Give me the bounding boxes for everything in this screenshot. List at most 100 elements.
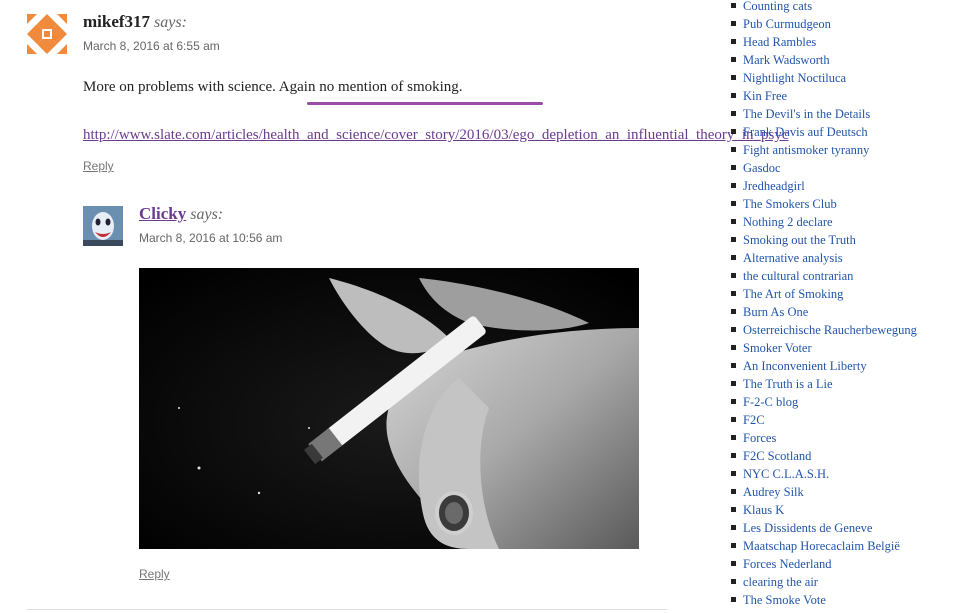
comment-author: mikef317 says: [83, 12, 187, 32]
blogroll-link[interactable]: The Smokers Club [743, 197, 837, 211]
bullet-icon [731, 129, 736, 134]
blogroll-link[interactable]: Jredheadgirl [743, 179, 805, 193]
clown-face-avatar [83, 206, 123, 246]
comment-divider [27, 609, 667, 610]
blogroll-link[interactable]: Osterreichische Raucherbewegung [743, 323, 917, 337]
blogroll-link[interactable]: The Art of Smoking [743, 287, 843, 301]
reply-button[interactable]: Reply [139, 567, 170, 581]
bullet-icon [731, 345, 736, 350]
bullet-icon [731, 273, 736, 278]
blogroll-link[interactable]: the cultural contrarian [743, 269, 853, 283]
comment-date[interactable]: March 8, 2016 at 6:55 am [83, 39, 220, 53]
bullet-icon [731, 165, 736, 170]
bullet-icon [731, 39, 736, 44]
blogroll-item: Les Dissidents de Geneve [728, 519, 968, 537]
blogroll-link[interactable]: Forces [743, 431, 776, 445]
blogroll-item: clearing the air [728, 573, 968, 591]
blogroll-item: NYC C.L.A.S.H. [728, 465, 968, 483]
bullet-icon [731, 597, 736, 602]
blogroll-item: Smoking out the Truth [728, 231, 968, 249]
bullet-icon [731, 237, 736, 242]
blogroll-item: Audrey Silk [728, 483, 968, 501]
bullet-icon [731, 147, 736, 152]
blogroll-link[interactable]: Pub Curmudgeon [743, 17, 831, 31]
bullet-icon [731, 327, 736, 332]
blogroll-link[interactable]: Head Rambles [743, 35, 816, 49]
bullet-icon [731, 219, 736, 224]
comment-date[interactable]: March 8, 2016 at 10:56 am [139, 231, 282, 245]
bullet-icon [731, 399, 736, 404]
blogroll-link[interactable]: F2C [743, 413, 765, 427]
blogroll-item: The Smoke Vote [728, 591, 968, 609]
blogroll-item: F-2-C blog [728, 393, 968, 411]
blogroll-link[interactable]: Burn As One [743, 305, 808, 319]
blogroll-item: The Art of Smoking [728, 285, 968, 303]
blogroll-link[interactable]: The Devil's in the Details [743, 107, 870, 121]
bullet-icon [731, 561, 736, 566]
blogroll-item: F2C Scotland [728, 447, 968, 465]
says-label: says: [190, 206, 224, 223]
bullet-icon [731, 543, 736, 548]
blogroll-link[interactable]: F2C Scotland [743, 449, 811, 463]
blogroll-item: Maatschap Horecaclaim België [728, 537, 968, 555]
blogroll-link[interactable]: Nothing 2 declare [743, 215, 833, 229]
bullet-icon [731, 291, 736, 296]
bullet-icon [731, 417, 736, 422]
blogroll-item: Nothing 2 declare [728, 213, 968, 231]
blogroll-item: Frank Davis auf Deutsch [728, 123, 968, 141]
blogroll-link[interactable]: Kin Free [743, 89, 787, 103]
blogroll-item: An Inconvenient Liberty [728, 357, 968, 375]
blogroll-link[interactable]: clearing the air [743, 575, 818, 589]
blogroll-link[interactable]: Gasdoc [743, 161, 781, 175]
bullet-icon [731, 579, 736, 584]
blogroll-item: F2C [728, 411, 968, 429]
blogroll-link[interactable]: Smoker Voter [743, 341, 812, 355]
blogroll-link[interactable]: Mark Wadsworth [743, 53, 830, 67]
blogroll-item: Forces Nederland [728, 555, 968, 573]
blogroll-link[interactable]: Alternative analysis [743, 251, 843, 265]
blogroll-item: Smoker Voter [728, 339, 968, 357]
bullet-icon [731, 183, 736, 188]
author-name: mikef317 [83, 12, 151, 31]
blogroll-link[interactable]: The Truth is a Lie [743, 377, 833, 391]
blogroll-link[interactable]: Nightlight Noctiluca [743, 71, 846, 85]
blogroll-item: Kin Free [728, 87, 968, 105]
blogroll-item: Forces [728, 429, 968, 447]
bullet-icon [731, 363, 736, 368]
bullet-icon [731, 21, 736, 26]
bullet-icon [731, 453, 736, 458]
blogroll-item: Mark Wadsworth [728, 51, 968, 69]
annotation-underline [307, 102, 543, 105]
blogroll-item: Gasdoc [728, 159, 968, 177]
blogroll-link[interactable]: Forces Nederland [743, 557, 832, 571]
blogroll-link[interactable]: Counting cats [743, 0, 812, 13]
blogroll-link[interactable]: NYC C.L.A.S.H. [743, 467, 829, 481]
bullet-icon [731, 381, 736, 386]
blogroll-link[interactable]: Audrey Silk [743, 485, 804, 499]
blogroll-item: the cultural contrarian [728, 267, 968, 285]
blogroll-link[interactable]: The Smoke Vote [743, 593, 826, 607]
comment-author: Clicky says: [139, 204, 223, 224]
blogroll-link[interactable]: Klaus K [743, 503, 784, 517]
blogroll-item: Klaus K [728, 501, 968, 519]
bullet-icon [731, 489, 736, 494]
reply-button[interactable]: Reply [83, 159, 114, 173]
bullet-icon [731, 111, 736, 116]
blogroll-link[interactable]: Les Dissidents de Geneve [743, 521, 872, 535]
author-link[interactable]: Clicky [139, 204, 186, 223]
blogroll-item: Head Rambles [728, 33, 968, 51]
bullet-icon [731, 75, 736, 80]
bullet-icon [731, 525, 736, 530]
blogroll-item: The Devil's in the Details [728, 105, 968, 123]
bullet-icon [731, 507, 736, 512]
bullet-icon [731, 309, 736, 314]
blogroll-item: Pub Curmudgeon [728, 15, 968, 33]
blogroll-list: Counting cats Pub Curmudgeon Head Rambles M… [728, 0, 968, 609]
blogroll-link[interactable]: F-2-C blog [743, 395, 798, 409]
blogroll-link[interactable]: Smoking out the Truth [743, 233, 856, 247]
blogroll-link[interactable]: An Inconvenient Liberty [743, 359, 867, 373]
blogroll-link[interactable]: Frank Davis auf Deutsch [743, 125, 868, 139]
blogroll-link[interactable]: Maatschap Horecaclaim België [743, 539, 900, 553]
blogroll-link[interactable]: Fight antismoker tyranny [743, 143, 869, 157]
bullet-icon [731, 57, 736, 62]
